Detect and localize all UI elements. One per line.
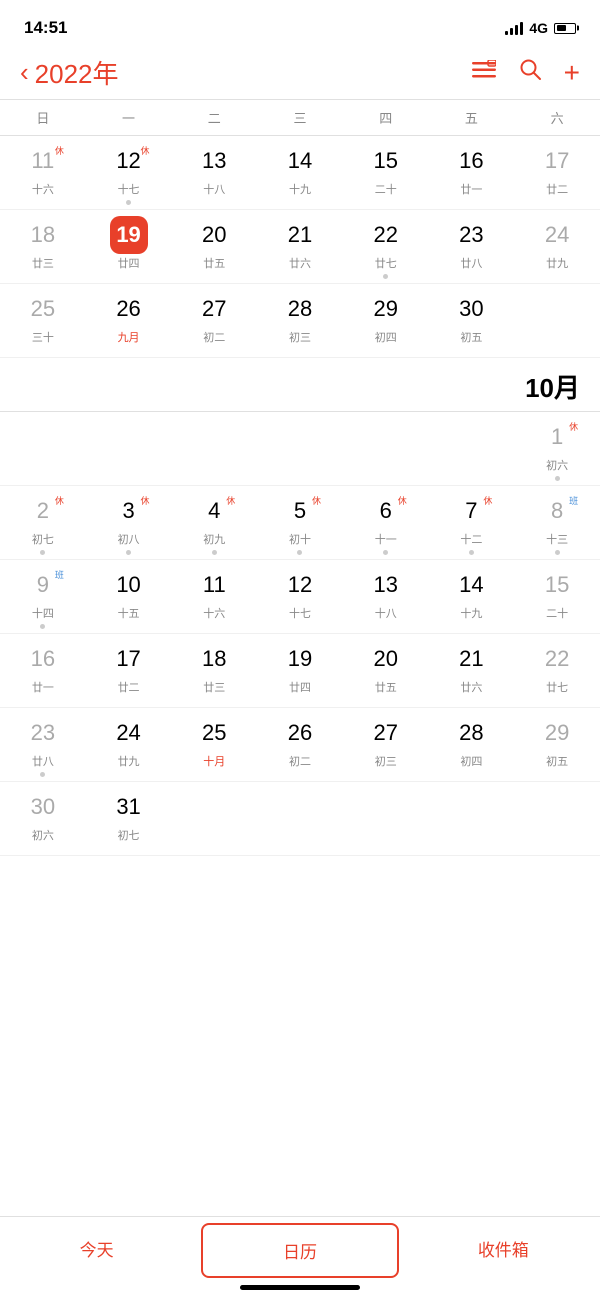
cal-day[interactable]: 26九月 xyxy=(86,284,172,358)
cal-day xyxy=(514,284,600,358)
tab-inbox[interactable]: 收件箱 xyxy=(407,1217,600,1298)
add-event-button[interactable]: + xyxy=(564,57,580,89)
cal-day[interactable]: 14十九 xyxy=(429,560,515,634)
cal-day[interactable]: 9班十四 xyxy=(0,560,86,634)
cal-day[interactable]: 17廿二 xyxy=(514,136,600,210)
cal-day[interactable]: 18廿三 xyxy=(0,210,86,284)
cal-day[interactable]: 7休十二 xyxy=(429,486,515,560)
cal-day xyxy=(514,782,600,856)
cal-day[interactable]: 23廿八 xyxy=(429,210,515,284)
cal-day[interactable]: 25十月 xyxy=(171,708,257,782)
cal-day[interactable]: 29初五 xyxy=(514,708,600,782)
cal-day[interactable]: 15二十 xyxy=(514,560,600,634)
cal-day[interactable]: 10十五 xyxy=(86,560,172,634)
year-label: 2022年 xyxy=(35,54,119,91)
cal-day[interactable]: 3休初八 xyxy=(86,486,172,560)
october-label: 10月 xyxy=(0,358,600,411)
cal-day[interactable]: 24廿九 xyxy=(514,210,600,284)
cal-day[interactable]: 2休初七 xyxy=(0,486,86,560)
cal-day[interactable]: 18廿三 xyxy=(171,634,257,708)
weekday-wed: 三 xyxy=(257,104,343,131)
cal-day[interactable]: 22廿七 xyxy=(343,210,429,284)
cal-day[interactable]: 31初七 xyxy=(86,782,172,856)
search-icon[interactable] xyxy=(518,57,542,88)
weekday-tue: 二 xyxy=(171,104,257,131)
back-button[interactable]: ‹ xyxy=(20,57,29,88)
cal-day xyxy=(343,412,429,486)
weekday-thu: 四 xyxy=(343,104,429,131)
cal-day[interactable]: 17廿二 xyxy=(86,634,172,708)
cal-day[interactable]: 11休十六 xyxy=(0,136,86,210)
september-grid: 11休十六12休十七13十八14十九15二十16廿一17廿二 18廿三19廿四20… xyxy=(0,135,600,358)
cal-day xyxy=(429,412,515,486)
cal-day[interactable]: 30初五 xyxy=(429,284,515,358)
cal-day[interactable]: 13十八 xyxy=(343,560,429,634)
tab-today[interactable]: 今天 xyxy=(0,1217,193,1298)
september-calendar: 11休十六12休十七13十八14十九15二十16廿一17廿二 18廿三19廿四20… xyxy=(0,135,600,358)
cal-day[interactable]: 26初二 xyxy=(257,708,343,782)
cal-day[interactable]: 15二十 xyxy=(343,136,429,210)
cal-day[interactable]: 28初三 xyxy=(257,284,343,358)
battery-icon xyxy=(554,23,576,34)
signal-icon xyxy=(505,21,523,35)
weekday-header: 日 一 二 三 四 五 六 xyxy=(0,99,600,135)
cal-day xyxy=(257,412,343,486)
cal-day[interactable]: 11十六 xyxy=(171,560,257,634)
cal-day[interactable]: 19廿四 xyxy=(257,634,343,708)
year-nav: ‹ 2022年 xyxy=(20,54,462,91)
cal-day xyxy=(86,412,172,486)
weekday-mon: 一 xyxy=(86,104,172,131)
cal-day[interactable]: 27初二 xyxy=(171,284,257,358)
cal-day[interactable]: 12十七 xyxy=(257,560,343,634)
status-bar: 14:51 4G xyxy=(0,0,600,50)
cal-day xyxy=(171,412,257,486)
cal-day xyxy=(257,782,343,856)
cal-day[interactable]: 16廿一 xyxy=(429,136,515,210)
cal-day[interactable]: 19廿四 xyxy=(86,210,172,284)
weekday-fri: 五 xyxy=(429,104,515,131)
header-icons: + xyxy=(472,57,580,89)
cal-day xyxy=(0,412,86,486)
status-time: 14:51 xyxy=(24,18,67,38)
list-view-icon[interactable] xyxy=(472,60,496,86)
cal-day[interactable]: 23廿八 xyxy=(0,708,86,782)
header: ‹ 2022年 + xyxy=(0,50,600,99)
october-grid: 1休初六 2休初七3休初八4休初九5休初十6休十一7休十二8班十三 9班十四10十五… xyxy=(0,411,600,856)
cal-day[interactable]: 21廿六 xyxy=(429,634,515,708)
cal-day[interactable]: 24廿九 xyxy=(86,708,172,782)
weekday-sun: 日 xyxy=(0,104,86,131)
cal-day[interactable]: 14十九 xyxy=(257,136,343,210)
cal-day[interactable]: 21廿六 xyxy=(257,210,343,284)
cal-day[interactable]: 20廿五 xyxy=(343,634,429,708)
cal-day[interactable]: 8班十三 xyxy=(514,486,600,560)
cal-day[interactable]: 12休十七 xyxy=(86,136,172,210)
home-indicator xyxy=(240,1285,360,1290)
cal-day[interactable]: 30初六 xyxy=(0,782,86,856)
cal-day[interactable]: 6休十一 xyxy=(343,486,429,560)
cal-day[interactable]: 13十八 xyxy=(171,136,257,210)
cal-day xyxy=(171,782,257,856)
cal-day[interactable]: 1休初六 xyxy=(514,412,600,486)
cal-day[interactable]: 4休初九 xyxy=(171,486,257,560)
october-calendar: 10月 1休初六 2休初七3休初八4休初九5休初十6休十一7休十二8班十三 9班十四… xyxy=(0,358,600,856)
status-icons: 4G xyxy=(505,20,576,36)
cal-day[interactable]: 29初四 xyxy=(343,284,429,358)
cal-day[interactable]: 22廿七 xyxy=(514,634,600,708)
cal-day[interactable]: 28初四 xyxy=(429,708,515,782)
network-type: 4G xyxy=(529,20,548,36)
cal-day[interactable]: 5休初十 xyxy=(257,486,343,560)
cal-day[interactable]: 20廿五 xyxy=(171,210,257,284)
cal-day xyxy=(429,782,515,856)
cal-day[interactable]: 16廿一 xyxy=(0,634,86,708)
cal-day[interactable]: 27初三 xyxy=(343,708,429,782)
weekday-sat: 六 xyxy=(514,104,600,131)
cal-day xyxy=(343,782,429,856)
cal-day[interactable]: 25三十 xyxy=(0,284,86,358)
tab-calendar[interactable]: 日历 xyxy=(201,1223,398,1278)
